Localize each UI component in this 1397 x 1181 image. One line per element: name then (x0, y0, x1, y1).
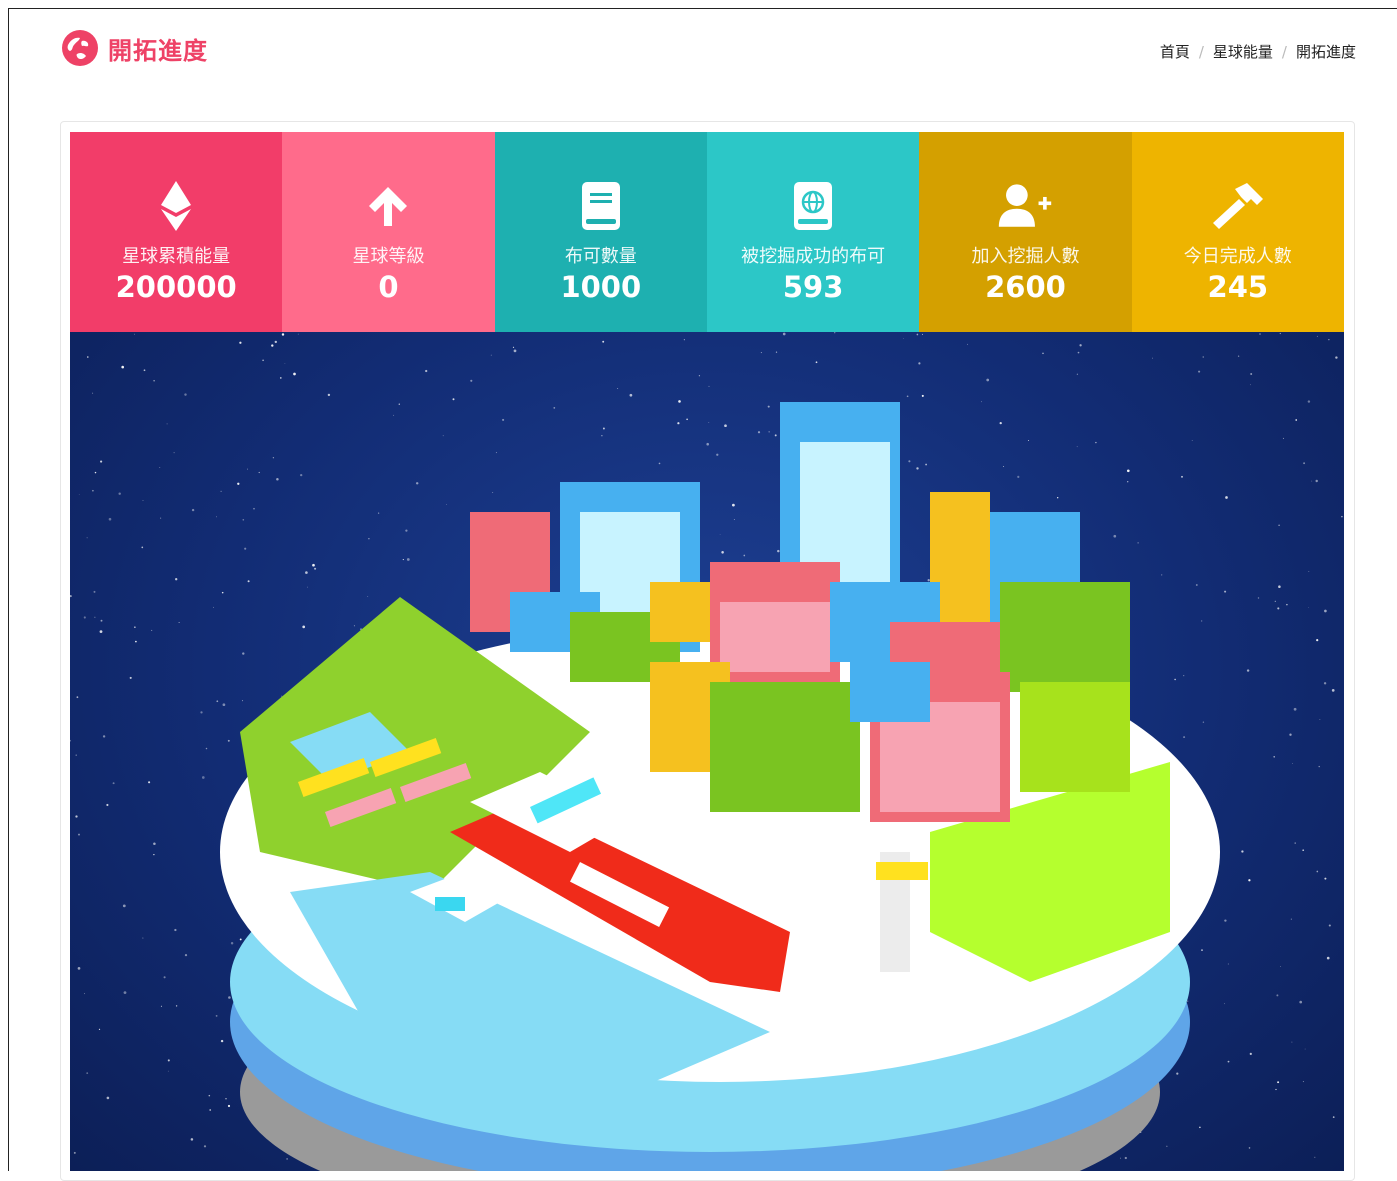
stat-value: 593 (782, 270, 844, 304)
book-icon (573, 178, 629, 234)
stat-joined-miners: 加入挖掘人數 2600 (919, 132, 1132, 332)
breadcrumb-planet-energy[interactable]: 星球能量 (1213, 41, 1273, 62)
stat-label: 今日完成人數 (1183, 246, 1292, 267)
stat-book-count: 布可數量 1000 (494, 132, 707, 332)
stat-label: 星球等級 (352, 246, 425, 267)
user-plus-icon (997, 178, 1053, 234)
stat-accumulated-energy: 星球累積能量 200000 (70, 132, 283, 332)
hammer-icon (1210, 178, 1266, 234)
page-title: 開拓進度 (108, 36, 208, 65)
stat-value: 2600 (985, 270, 1066, 304)
stat-planet-level: 星球等級 0 (282, 132, 495, 332)
stat-mined-books: 被挖掘成功的布可 593 (706, 132, 920, 332)
breadcrumb-separator: / (1198, 42, 1204, 61)
voxel-planet-city-image (70, 332, 1344, 1171)
globe-icon (62, 30, 98, 66)
stat-label: 星球累積能量 (122, 246, 231, 267)
stat-value: 1000 (560, 270, 642, 304)
breadcrumb-separator: / (1281, 42, 1287, 61)
stat-value: 200000 (115, 270, 237, 304)
stats-bar: 星球累積能量 200000 星球等級 0 布可數量 1000 被挖掘成功的布可 … (70, 132, 1344, 332)
ethereum-icon (148, 178, 204, 234)
page-header: 開拓進度 (62, 30, 208, 66)
breadcrumb: 首頁 / 星球能量 / 開拓進度 (1160, 41, 1356, 62)
globe-book-icon (785, 178, 841, 234)
stat-value: 0 (378, 270, 399, 304)
stat-value: 245 (1207, 270, 1269, 304)
stat-label: 被挖掘成功的布可 (741, 246, 886, 267)
arrow-up-icon (360, 178, 416, 234)
stat-completed-today: 今日完成人數 245 (1131, 132, 1344, 332)
breadcrumb-home[interactable]: 首頁 (1160, 41, 1190, 62)
breadcrumb-current: 開拓進度 (1295, 43, 1356, 61)
stat-label: 加入挖掘人數 (971, 246, 1080, 267)
stat-label: 布可數量 (564, 246, 637, 267)
voxel-island-illustration (220, 402, 1220, 1171)
